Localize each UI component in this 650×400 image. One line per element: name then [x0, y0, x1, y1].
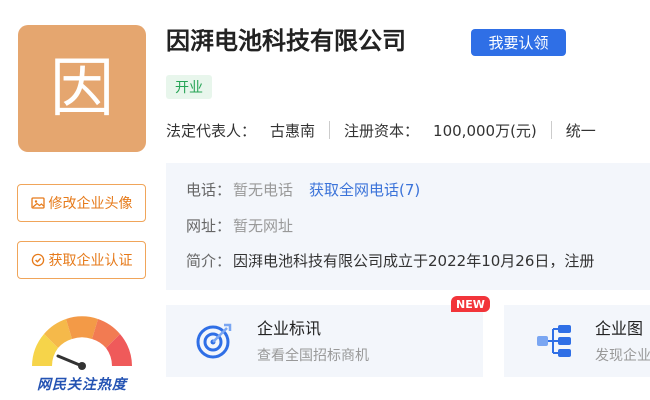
intro-label: 简介： — [186, 251, 232, 270]
company-profile-page: 因 修改企业头像 获取企业认证 网民关注热度 因湃电池科技有限公司 我要认领 开… — [0, 0, 650, 400]
org-chart-icon — [537, 325, 571, 357]
attention-heat-gauge[interactable]: 网民关注热度 — [22, 308, 142, 393]
enterprise-bids-subtitle: 查看全国招标商机 — [257, 348, 369, 364]
divider — [329, 121, 331, 139]
divider — [550, 121, 552, 139]
company-logo: 因 — [18, 25, 146, 152]
shield-check-icon — [31, 253, 45, 267]
legal-rep-value[interactable]: 古惠南 — [270, 120, 315, 141]
website-label: 网址： — [186, 216, 232, 235]
status-badge: 开业 — [166, 75, 212, 99]
attention-heat-label: 网民关注热度 — [37, 377, 127, 393]
company-name: 因湃电池科技有限公司 — [166, 27, 406, 55]
enterprise-graph-subtitle: 发现企业 — [595, 348, 650, 364]
website-value: 暂无网址 — [233, 216, 294, 235]
enterprise-bids-title: 企业标讯 — [257, 319, 322, 338]
phone-label: 电话： — [186, 180, 232, 199]
get-phone-link[interactable]: 获取全网电话(7) — [309, 179, 420, 200]
legal-rep-label: 法定代表人： — [166, 121, 257, 140]
intro-value: 因湃电池科技有限公司成立于2022年10月26日，注册 — [233, 251, 595, 270]
get-certification-button[interactable]: 获取企业认证 — [17, 241, 146, 279]
company-logo-char: 因 — [50, 51, 114, 126]
capital-label: 注册资本： — [344, 121, 420, 140]
edit-avatar-label: 修改企业头像 — [48, 196, 133, 212]
get-certification-label: 获取企业认证 — [48, 253, 133, 269]
phone-row: 电话： 暂无电话 获取全网电话(7) — [186, 177, 420, 201]
phone-value: 暂无电话 — [233, 180, 294, 199]
enterprise-graph-card[interactable]: 企业图 发现企业 — [504, 305, 650, 377]
enterprise-bids-card[interactable]: 企业标讯 查看全国招标商机 — [166, 305, 483, 377]
enterprise-graph-title: 企业图 — [595, 319, 644, 338]
gauge-icon — [32, 316, 132, 370]
claim-company-button[interactable]: 我要认领 — [471, 29, 566, 56]
credit-code-label: 统一 — [565, 121, 596, 140]
new-badge: NEW — [451, 296, 490, 312]
target-icon — [196, 323, 232, 359]
image-icon — [30, 196, 45, 210]
capital-value: 100,000万(元) — [433, 121, 537, 140]
company-meta-row: 法定代表人： 古惠南 注册资本： 100,000万(元) 统一 — [166, 118, 596, 142]
website-row: 网址： 暂无网址 — [186, 213, 293, 237]
edit-avatar-button[interactable]: 修改企业头像 — [17, 184, 146, 222]
intro-row: 简介： 因湃电池科技有限公司成立于2022年10月26日，注册 — [186, 248, 594, 272]
